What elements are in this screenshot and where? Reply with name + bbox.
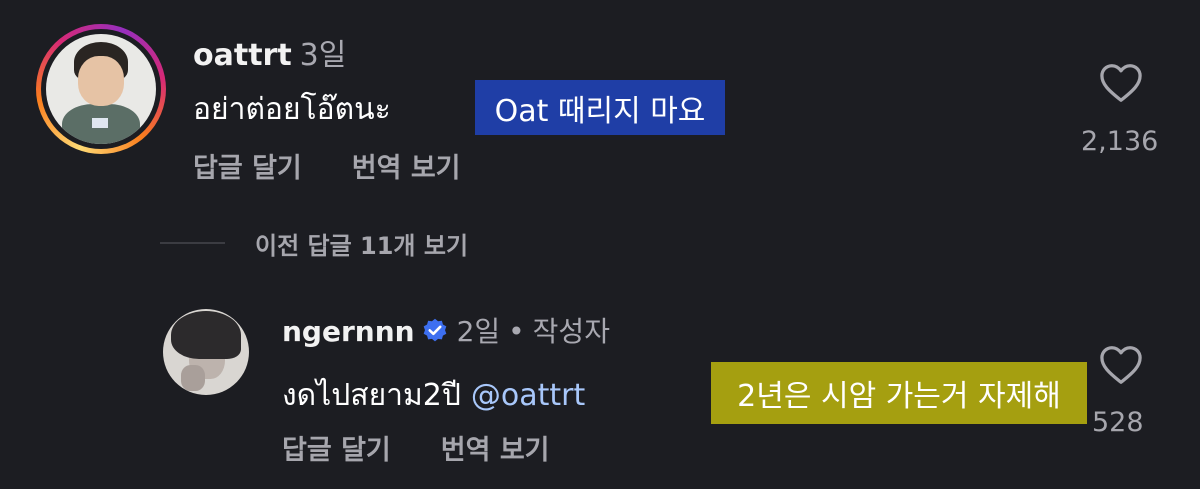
reply-time: 2일 xyxy=(456,315,501,348)
heart-icon[interactable] xyxy=(1098,345,1144,385)
translation-highlight: Oat 때리지 마요 xyxy=(475,80,725,135)
meta-separator: • xyxy=(508,315,525,348)
see-translation-button[interactable]: 번역 보기 xyxy=(352,153,461,184)
reply-button[interactable]: 답글 달기 xyxy=(282,435,391,466)
username-link[interactable]: ngernnn xyxy=(282,315,415,348)
divider xyxy=(160,242,225,244)
reply-actions: 답글 달기 번역 보기 xyxy=(282,428,600,467)
avatar[interactable] xyxy=(163,309,249,395)
comment-item: oattrt 3일 อย่าต่อยโอ๊ตนะ Oat 때리지 마요 답글 달기… xyxy=(0,0,1200,220)
reply-button[interactable]: 답글 달기 xyxy=(193,153,302,184)
see-translation-button[interactable]: 번역 보기 xyxy=(441,435,550,466)
avatar xyxy=(46,34,156,144)
like-count: 2,136 xyxy=(1081,126,1159,157)
comment-text: อย่าต่อยโอ๊ตนะ xyxy=(193,92,391,127)
translation-highlight: 2년은 시암 가는거 자제해 xyxy=(711,362,1087,424)
view-previous-replies-button[interactable]: 이전 답글 11개 보기 xyxy=(255,226,468,261)
story-ring-avatar[interactable] xyxy=(36,24,166,154)
like-count: 528 xyxy=(1092,407,1144,438)
heart-icon[interactable] xyxy=(1098,63,1144,103)
mention-link[interactable]: @oattrt xyxy=(471,378,585,413)
comment-username-row: oattrt 3일 xyxy=(193,30,346,74)
comment-time: 3일 xyxy=(299,38,347,73)
username-link[interactable]: oattrt xyxy=(193,38,292,73)
author-badge: 작성자 xyxy=(532,315,610,348)
reply-username-row: ngernnn 2일 • 작성자 xyxy=(282,310,610,350)
verified-badge-icon xyxy=(423,318,446,342)
reply-text: งดไปสยาม2ปี @oattrt xyxy=(282,372,585,419)
reply-body: งดไปสยาม2ปี xyxy=(282,378,461,413)
comment-actions: 답글 달기 번역 보기 xyxy=(193,146,511,185)
